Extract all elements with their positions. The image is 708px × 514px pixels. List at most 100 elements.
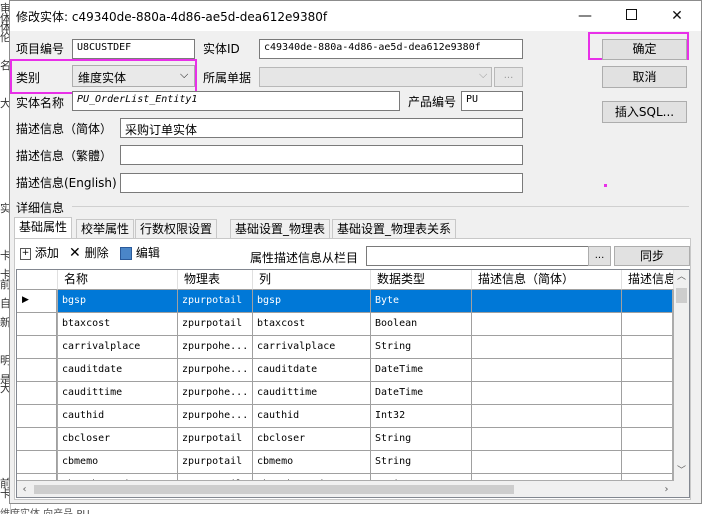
insert-sql-button[interactable]: 插入SQL... — [602, 101, 687, 123]
category-select[interactable]: 维度实体 ⌵ — [72, 65, 195, 87]
sync-button[interactable]: 同步 — [614, 246, 690, 266]
table-cell[interactable] — [622, 336, 672, 359]
attributes-grid[interactable]: 名称 物理表 列 数据类型 描述信息（简体） 描述信息 ▶ bgsp zpurpot… — [16, 269, 690, 498]
table-cell[interactable]: cbcloser — [58, 428, 178, 451]
table-cell[interactable]: zpurpotail — [178, 451, 253, 474]
add-button[interactable]: + 添加 — [20, 244, 59, 261]
entity-id-field[interactable]: c49340de-880a-4d86-ae5d-dea612e9380f — [259, 39, 523, 59]
table-row[interactable]: cauditdate zpurpohe... cauditdate DateTime — [17, 359, 672, 382]
table-cell[interactable]: btaxcost — [253, 313, 371, 336]
table-row[interactable]: ▶ bgsp zpurpotail bgsp Byte — [17, 290, 672, 313]
row-header[interactable] — [17, 451, 57, 474]
table-cell[interactable]: caudittime — [253, 382, 371, 405]
table-cell[interactable]: zpurpotail — [178, 428, 253, 451]
tab-enum-attributes[interactable]: 校举属性 — [76, 219, 135, 238]
table-cell[interactable]: cbsysbarcode — [253, 474, 371, 480]
desc-cn-field[interactable]: 采购订单实体 — [120, 118, 523, 138]
project-code-field[interactable]: U8CUSTDEF — [72, 39, 195, 59]
table-cell[interactable] — [622, 451, 672, 474]
table-cell[interactable]: zpurpohe... — [178, 405, 253, 428]
table-cell[interactable]: String — [371, 428, 472, 451]
column-header[interactable]: 名称 — [58, 270, 178, 290]
table-cell[interactable]: cbcloser — [253, 428, 371, 451]
table-cell[interactable]: caudittime — [58, 382, 178, 405]
table-cell[interactable]: String — [371, 451, 472, 474]
tab-physical-table[interactable]: 基础设置_物理表 — [230, 219, 331, 238]
column-header[interactable]: 列 — [253, 270, 371, 290]
row-header[interactable] — [17, 359, 57, 382]
table-cell[interactable]: zpurpotail — [178, 313, 253, 336]
table-row[interactable]: carrivalplace zpurpohe... carrivalplace Str… — [17, 336, 672, 359]
table-cell[interactable]: Byte — [371, 290, 472, 313]
minimize-button[interactable]: — — [562, 1, 608, 31]
ok-button[interactable]: 确定 — [602, 39, 687, 60]
table-row[interactable]: cbmemo zpurpotail cbmemo String — [17, 451, 672, 474]
table-cell[interactable]: zpurpohe... — [178, 359, 253, 382]
table-cell[interactable]: carrivalplace — [253, 336, 371, 359]
horizontal-scrollbar[interactable]: ‹ › — [17, 481, 689, 497]
table-cell[interactable]: String — [371, 336, 472, 359]
table-cell[interactable]: String — [371, 474, 472, 480]
close-button[interactable]: ✕ — [654, 1, 700, 31]
maximize-button[interactable] — [608, 1, 654, 31]
desc-tw-field[interactable] — [120, 145, 523, 165]
row-header[interactable] — [17, 428, 57, 451]
table-cell[interactable]: DateTime — [371, 382, 472, 405]
tab-basic-attributes[interactable]: 基础属性 — [14, 217, 73, 239]
table-cell[interactable] — [472, 474, 622, 480]
table-row[interactable]: btaxcost zpurpotail btaxcost Boolean — [17, 313, 672, 336]
table-cell[interactable]: Boolean — [371, 313, 472, 336]
delete-button[interactable]: ✕ 删除 — [69, 244, 109, 261]
table-cell[interactable]: btaxcost — [58, 313, 178, 336]
table-cell[interactable]: zpurpotail — [178, 474, 253, 480]
table-cell[interactable] — [472, 336, 622, 359]
row-header[interactable]: ▶ — [17, 290, 57, 313]
scroll-down-icon[interactable]: ﹀ — [674, 464, 689, 479]
table-cell[interactable]: cauditdate — [58, 359, 178, 382]
column-header[interactable]: 数据类型 — [371, 270, 472, 290]
table-cell[interactable]: zpurpotail — [178, 290, 253, 313]
table-cell[interactable]: cbmemo — [253, 451, 371, 474]
table-row[interactable]: cbcloser zpurpotail cbcloser String — [17, 428, 672, 451]
table-cell[interactable] — [472, 451, 622, 474]
tab-row-permissions[interactable]: 行数权限设置 — [135, 219, 218, 238]
table-cell[interactable]: cbmemo — [58, 451, 178, 474]
table-cell[interactable] — [622, 313, 672, 336]
table-cell[interactable]: cauthid — [253, 405, 371, 428]
scroll-right-icon[interactable]: › — [659, 481, 674, 497]
table-cell[interactable] — [472, 382, 622, 405]
row-header[interactable] — [17, 382, 57, 405]
table-cell[interactable] — [472, 359, 622, 382]
scroll-up-icon[interactable]: ︿ — [674, 270, 689, 285]
table-cell[interactable] — [622, 428, 672, 451]
table-cell[interactable]: carrivalplace — [58, 336, 178, 359]
scroll-left-icon[interactable]: ‹ — [17, 481, 32, 497]
table-cell[interactable]: DateTime — [371, 359, 472, 382]
attr-from-col-field[interactable] — [366, 246, 589, 266]
table-cell[interactable] — [622, 382, 672, 405]
table-cell[interactable] — [472, 405, 622, 428]
row-header[interactable] — [17, 405, 57, 428]
table-cell[interactable] — [472, 290, 622, 313]
vertical-scrollbar[interactable]: ︿ ﹀ — [674, 270, 689, 481]
desc-en-field[interactable] — [120, 173, 523, 193]
table-cell[interactable]: zpurpohe... — [178, 382, 253, 405]
owner-doc-select[interactable] — [259, 67, 492, 87]
row-header[interactable] — [17, 336, 57, 359]
row-header[interactable] — [17, 474, 57, 480]
attr-from-col-browse-button[interactable]: ... — [588, 246, 611, 266]
table-cell[interactable]: bgsp — [253, 290, 371, 313]
table-cell[interactable] — [622, 359, 672, 382]
table-cell[interactable]: cauditdate — [253, 359, 371, 382]
column-header[interactable]: 描述信息（简体） — [472, 270, 622, 290]
edit-button[interactable]: 编辑 — [120, 244, 160, 261]
table-cell[interactable]: bgsp — [58, 290, 178, 313]
row-header[interactable] — [17, 313, 57, 336]
product-code-field[interactable]: PU — [461, 91, 523, 111]
column-header[interactable]: 描述信息 — [622, 270, 674, 290]
table-cell[interactable]: zpurpohe... — [178, 336, 253, 359]
owner-doc-browse-button[interactable]: ... — [494, 67, 523, 87]
table-row[interactable]: cbsysbarcodezpurpotailcbsysbarcodeString — [17, 474, 672, 480]
table-row[interactable]: caudittime zpurpohe... caudittime DateTime — [17, 382, 672, 405]
tab-physical-table-relations[interactable]: 基础设置_物理表关系 — [332, 219, 457, 238]
